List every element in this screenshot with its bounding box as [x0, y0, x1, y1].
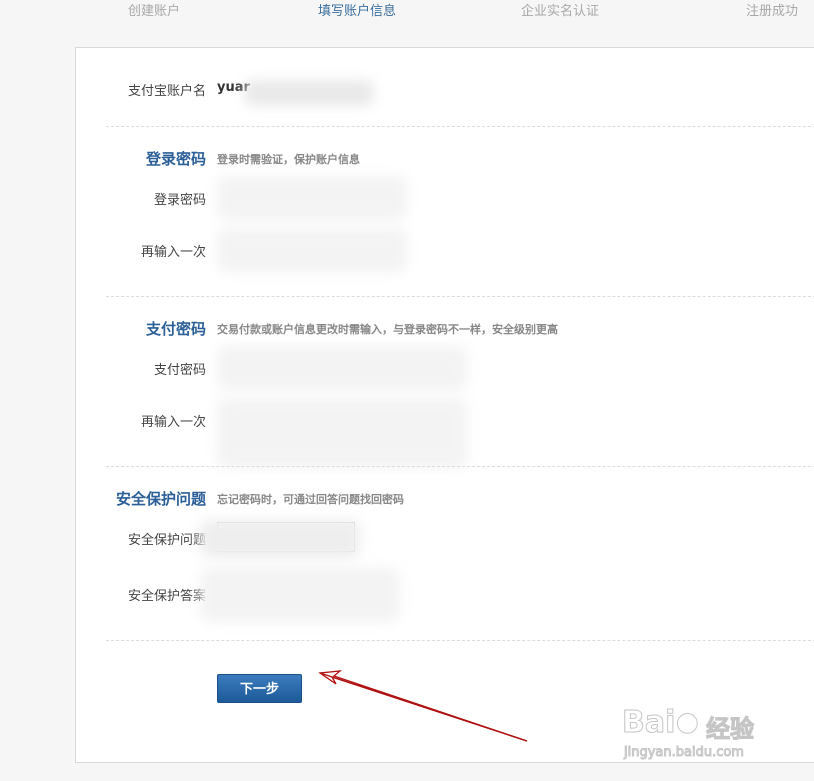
pay-password-confirm-input[interactable] [217, 398, 467, 468]
step-create-account: 创建账户 [128, 4, 181, 19]
watermark-url: jingyan.baidu.com [624, 745, 745, 761]
login-password-confirm-label: 再输入一次 [140, 245, 206, 260]
account-name-redacted [244, 80, 374, 106]
security-answer-label: 安全保护答案 [127, 589, 206, 604]
divider [106, 640, 814, 641]
login-password-confirm-input[interactable] [217, 228, 407, 272]
security-answer-input[interactable] [200, 568, 400, 622]
step-real-name-verification: 企业实名认证 [521, 4, 600, 19]
pay-password-confirm-label: 再输入一次 [140, 415, 206, 430]
login-password-title: 登录密码 [145, 150, 206, 168]
security-question-redacted [200, 520, 360, 558]
pay-password-input[interactable] [217, 346, 467, 390]
step-registration-success: 注册成功 [746, 4, 799, 19]
paw-icon: ● [676, 707, 700, 738]
step-progress: 创建账户 填写账户信息 企业实名认证 注册成功 [0, 0, 814, 24]
divider [106, 296, 814, 297]
step-fill-account-info: 填写账户信息 [318, 4, 397, 19]
pay-password-hint: 交易付款或账户信息更改时需输入，与登录密码不一样，安全级别更高 [217, 323, 558, 336]
login-password-label: 登录密码 [153, 193, 206, 208]
divider [106, 126, 814, 127]
security-question-title: 安全保护问题 [115, 490, 206, 508]
login-password-input[interactable] [217, 176, 407, 220]
security-question-label: 安全保护问题 [127, 533, 206, 548]
watermark-brand-suffix: 经验 [706, 715, 755, 744]
pay-password-label: 支付密码 [153, 363, 206, 378]
watermark-brand: Bai [621, 705, 676, 741]
account-info-form: 支付宝账户名 yuar 登录密码 登录时需验证，保护账户信息 登录密码 再输入一… [75, 47, 814, 763]
login-password-hint: 登录时需验证，保护账户信息 [217, 153, 360, 166]
pay-password-title: 支付密码 [145, 320, 206, 338]
security-question-hint: 忘记密码时，可通过回答问题找回密码 [217, 493, 404, 506]
baidu-jingyan-watermark: Bai ● 经验 jingyan.baidu.com [621, 705, 802, 767]
account-name-label: 支付宝账户名 [127, 84, 206, 99]
next-step-button[interactable]: 下一步 [217, 674, 302, 703]
divider [106, 466, 814, 467]
